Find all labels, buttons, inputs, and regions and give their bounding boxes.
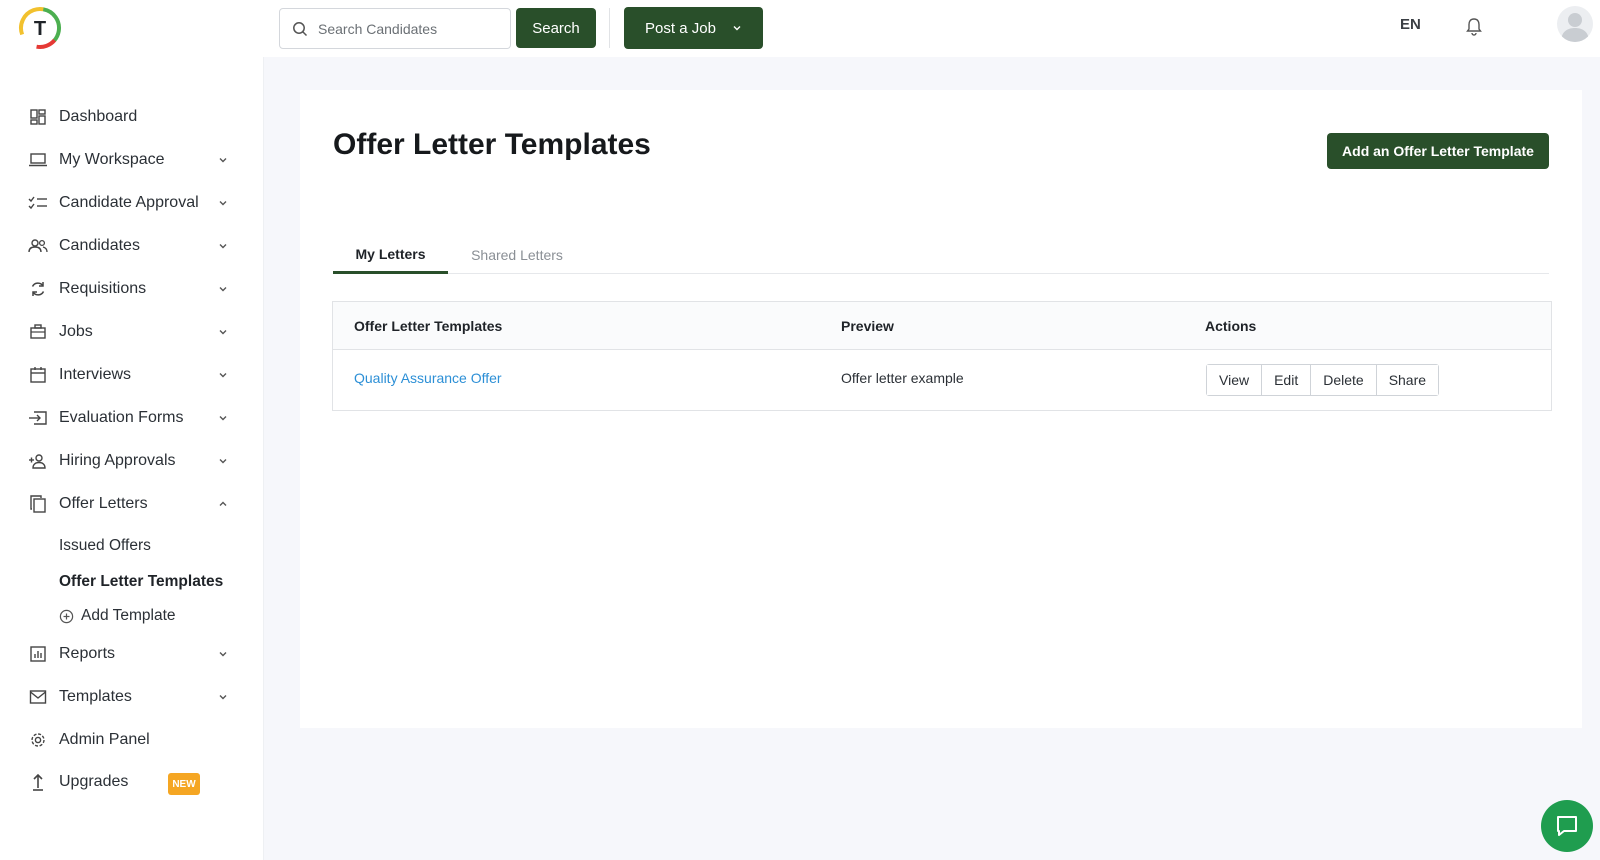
template-preview-text: Offer letter example: [841, 370, 964, 386]
column-header-preview: Preview: [841, 318, 894, 334]
sidebar-item-label: Jobs: [59, 323, 93, 340]
chevron-down-icon: [219, 287, 227, 292]
sidebar-item-admin-panel[interactable]: Admin Panel: [28, 725, 228, 755]
share-button[interactable]: Share: [1376, 365, 1439, 395]
avatar[interactable]: [1557, 6, 1593, 42]
sidebar-item-label: Interviews: [59, 366, 132, 383]
sidebar-item-label: My Workspace: [59, 151, 165, 168]
sidebar-item-label: Candidate Approval: [59, 194, 199, 211]
notifications-button[interactable]: [1465, 17, 1483, 42]
chat-icon: [1557, 816, 1577, 836]
svg-text:T: T: [34, 18, 46, 40]
sidebar-subitem-offer-letter-templates[interactable]: Offer Letter Templates: [59, 573, 223, 591]
delete-button[interactable]: Delete: [1311, 365, 1377, 395]
sidebar-item-label: Upgrades: [59, 773, 129, 790]
search-icon: [293, 22, 308, 37]
dashboard-icon: [28, 107, 48, 127]
logo-icon: T: [19, 7, 61, 49]
search-box[interactable]: [279, 8, 511, 49]
column-header-actions: Actions: [1205, 318, 1257, 334]
tab-my-letters[interactable]: My Letters: [333, 236, 448, 274]
sidebar-item-label: Evaluation Forms: [59, 409, 184, 426]
row-actions: View Edit Delete Share: [1206, 364, 1440, 396]
sidebar-item-hiring-approvals[interactable]: Hiring Approvals: [28, 446, 228, 476]
edit-button[interactable]: Edit: [1262, 365, 1312, 395]
top-header: T Search Post a Job EN: [0, 0, 1600, 57]
add-offer-letter-template-button[interactable]: Add an Offer Letter Template: [1327, 133, 1549, 169]
sidebar-subitem-add-template[interactable]: Add Template: [59, 607, 176, 625]
sidebar-item-evaluation-forms[interactable]: Evaluation Forms: [28, 403, 228, 433]
chat-support-button[interactable]: [1541, 800, 1593, 852]
post-job-button[interactable]: Post a Job: [624, 7, 763, 49]
report-icon: [28, 644, 48, 664]
sidebar-item-reports[interactable]: Reports: [28, 639, 228, 669]
add-template-label: Add Template: [81, 607, 176, 624]
sidebar-item-requisitions[interactable]: Requisitions: [28, 274, 228, 304]
user-avatar-icon: [1561, 13, 1589, 42]
search-button[interactable]: Search: [516, 8, 596, 48]
checklist-icon: [28, 193, 48, 213]
page-title: Offer Letter Templates: [333, 128, 651, 161]
sidebar-subitem-issued-offers[interactable]: Issued Offers: [59, 537, 151, 555]
sidebar-item-templates[interactable]: Templates: [28, 682, 228, 712]
sidebar-item-label: Dashboard: [59, 108, 138, 125]
sidebar-item-label: Hiring Approvals: [59, 452, 176, 469]
chevron-down-icon: [219, 330, 227, 335]
sidebar-item-label: Reports: [59, 645, 116, 662]
chevron-down-icon: [733, 26, 741, 31]
briefcase-icon: [28, 322, 48, 342]
sidebar-item-offer-letters[interactable]: Offer Letters: [28, 489, 228, 519]
offer-templates-table: Offer Letter Templates Preview Actions Q…: [332, 301, 1552, 411]
column-header-templates: Offer Letter Templates: [354, 318, 503, 334]
mail-icon: [28, 687, 48, 707]
chevron-down-icon: [219, 695, 227, 700]
chevron-down-icon: [219, 373, 227, 378]
laptop-icon: [28, 150, 48, 170]
sidebar-item-label: Templates: [59, 688, 132, 705]
template-name-link[interactable]: Quality Assurance Offer: [354, 370, 502, 386]
main-content-card: Offer Letter Templates Add an Offer Lett…: [300, 90, 1582, 728]
sidebar: Dashboard My Workspace Candidate Approva…: [0, 57, 264, 860]
add-person-icon: [28, 451, 48, 471]
sidebar-item-candidate-approval[interactable]: Candidate Approval: [28, 188, 228, 218]
logo[interactable]: T: [18, 6, 62, 50]
tab-shared-letters[interactable]: Shared Letters: [468, 236, 566, 274]
sidebar-item-label: Admin Panel: [59, 731, 150, 748]
sidebar-item-label: Candidates: [59, 237, 140, 254]
chevron-up-icon: [219, 501, 227, 506]
calendar-icon: [28, 365, 48, 385]
refresh-icon: [28, 279, 48, 299]
sidebar-item-interviews[interactable]: Interviews: [28, 360, 228, 390]
view-button[interactable]: View: [1207, 365, 1263, 395]
chevron-down-icon: [219, 416, 227, 421]
sidebar-item-jobs[interactable]: Jobs: [28, 317, 228, 347]
table-header: Offer Letter Templates Preview Actions: [333, 302, 1551, 350]
chevron-down-icon: [219, 201, 227, 206]
chevron-down-icon: [219, 244, 227, 249]
post-job-label: Post a Job: [645, 19, 716, 37]
upload-icon: [28, 772, 48, 792]
header-divider: [609, 8, 610, 48]
copy-icon: [28, 494, 48, 514]
form-icon: [28, 408, 48, 428]
search-input[interactable]: [318, 9, 504, 48]
sidebar-item-my-workspace[interactable]: My Workspace: [28, 145, 228, 175]
language-selector[interactable]: EN: [1400, 16, 1421, 33]
chevron-down-icon: [219, 158, 227, 163]
bell-icon: [1466, 18, 1482, 36]
new-badge: NEW: [168, 773, 200, 795]
sidebar-item-dashboard[interactable]: Dashboard: [28, 102, 228, 132]
tab-bar: My Letters Shared Letters: [333, 236, 1549, 274]
people-icon: [28, 236, 48, 256]
sidebar-item-label: Offer Letters: [59, 495, 148, 512]
plus-circle-icon: [59, 609, 74, 623]
chevron-down-icon: [219, 459, 227, 464]
gear-icon: [28, 730, 48, 750]
sidebar-item-candidates[interactable]: Candidates: [28, 231, 228, 261]
chevron-down-icon: [219, 652, 227, 657]
sidebar-item-label: Requisitions: [59, 280, 147, 297]
